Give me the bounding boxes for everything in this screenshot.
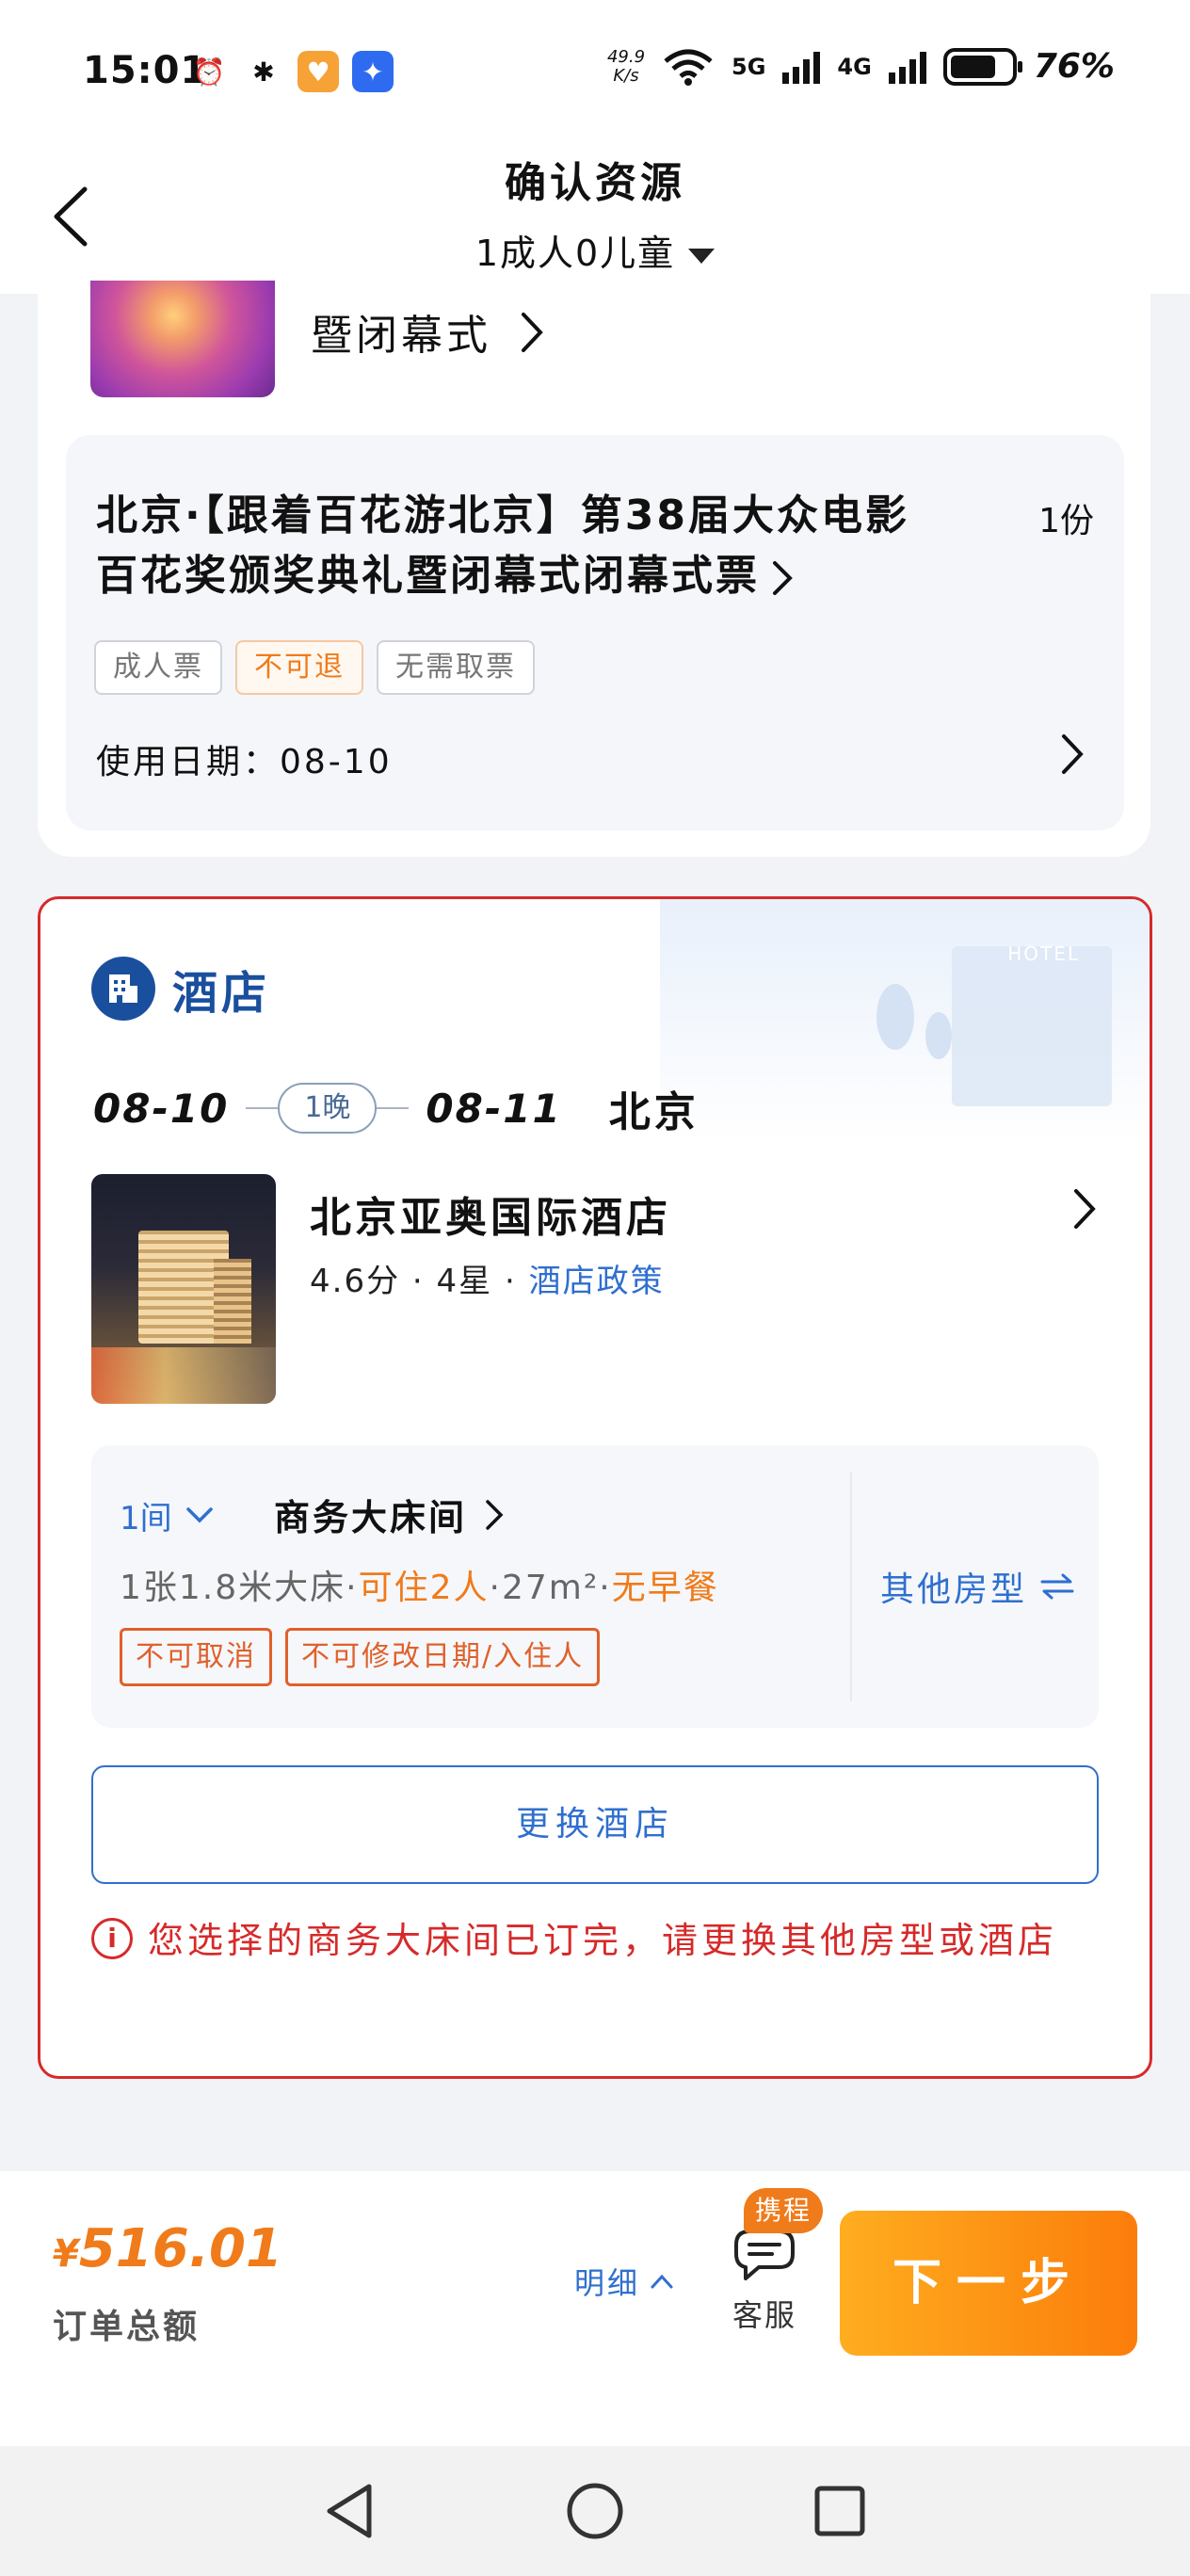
swap-icon <box>1040 1573 1074 1600</box>
hotel-city: 北京 <box>608 1088 700 1136</box>
chevron-right-icon <box>773 561 793 595</box>
signal-bars-icon <box>782 50 821 84</box>
hotel-section-header: 酒店 <box>91 956 270 1022</box>
battery-percent: 76% <box>1033 47 1115 86</box>
room-type-link[interactable]: 商务大床间 <box>274 1489 505 1540</box>
system-navigation-bar <box>0 2446 1190 2576</box>
chevron-up-icon <box>651 2274 673 2289</box>
sold-out-warning: i 您选择的商务大床间已订完，请更换其他房型或酒店 <box>91 1912 1108 1969</box>
tag-no-pickup: 无需取票 <box>377 640 535 695</box>
room-area: 27m² <box>501 1569 600 1607</box>
ticket-quantity: 1份 <box>1038 502 1094 540</box>
customer-service-label: 客服 <box>732 2297 796 2333</box>
traveler-count: 1成人0儿童 <box>474 233 676 274</box>
health-app-icon: ♥ <box>298 51 339 92</box>
battery-icon <box>942 47 1022 86</box>
room-count-selector[interactable]: 1间 <box>120 1492 214 1538</box>
chevron-right-icon <box>486 1499 504 1530</box>
status-icons-left: ⏰ ✱ ♥ ✦ <box>188 51 394 92</box>
ticket-item[interactable]: 北京·【跟着百花游北京】第38届大众电影百花奖颁奖典礼暨闭幕式闭幕式票 1份 成… <box>66 435 1124 830</box>
chevron-right-icon[interactable] <box>1058 733 1086 776</box>
chevron-right-icon <box>522 313 543 352</box>
ticket-tags: 成人票 不可退 无需取票 <box>94 640 535 695</box>
tree-decoration <box>876 984 914 1050</box>
status-icons-right: 49.9 K/s 5G 4G 76% <box>607 47 1115 86</box>
room-tags: 不可取消 不可修改日期/入住人 <box>120 1628 601 1686</box>
building-decoration <box>952 946 1112 1106</box>
info-icon: i <box>91 1918 133 1959</box>
currency-symbol: ¥ <box>53 2232 79 2276</box>
hotel-deco-label: HOTEL <box>1007 942 1080 965</box>
room-breakfast: 无早餐 <box>611 1569 719 1607</box>
hotel-name[interactable]: 北京亚奥国际酒店 <box>310 1183 671 1244</box>
tag-no-modify: 不可修改日期/入住人 <box>285 1628 601 1686</box>
next-step-button[interactable]: 下一步 <box>840 2211 1137 2356</box>
square-recents-icon <box>814 2486 865 2536</box>
wifi-icon <box>664 49 713 86</box>
divider <box>850 1472 852 1701</box>
hotel-photo[interactable] <box>91 1174 276 1404</box>
bluetooth-icon: ✱ <box>252 56 275 88</box>
room-selection: 1间 商务大床间 1张1.8米大床·可住2人·27m²·无早餐 不可取消 不可修… <box>91 1445 1099 1728</box>
change-hotel-button[interactable]: 更换酒店 <box>91 1765 1099 1884</box>
net-speed: 49.9 K/s <box>606 46 646 86</box>
date-connector <box>246 1107 279 1109</box>
nav-home-button[interactable] <box>562 2478 628 2544</box>
caret-down-icon <box>688 248 716 264</box>
event-title-cutoff[interactable]: 暨闭幕式 <box>311 301 491 362</box>
nights-pill: 1晚 <box>278 1083 378 1134</box>
hotel-building-icon <box>91 957 155 1021</box>
customer-service-button[interactable]: 客服 <box>725 2216 804 2335</box>
room-info: 1张1.8米大床·可住2人·27m²·无早餐 <box>120 1569 719 1607</box>
stay-dates: 08-10 1晚 08-11 北京 <box>93 1078 700 1138</box>
check-out-date: 08-11 <box>426 1085 562 1132</box>
circle-home-icon <box>567 2483 623 2539</box>
hotel-meta: 4.6分 · 4星 · 酒店政策 <box>310 1263 665 1300</box>
alarm-icon: ⏰ <box>192 56 226 88</box>
app-store-icon: ✦ <box>352 51 394 92</box>
nav-back-button[interactable] <box>317 2478 383 2544</box>
use-date: 使用日期：08-10 <box>96 743 393 781</box>
nav-recents-button[interactable] <box>807 2478 873 2544</box>
hotel-policy-link[interactable]: 酒店政策 <box>529 1263 665 1300</box>
page-header: 确认资源 1成人0儿童 <box>0 141 1190 294</box>
hotel-decoration-image: HOTEL <box>660 899 1150 1144</box>
hotel-section-title: 酒店 <box>172 967 271 1020</box>
room-capacity: 可住2人 <box>358 1569 490 1607</box>
hotel-card: HOTEL 酒店 08-10 1晚 08-11 北京 北京亚奥国际酒店 4.6分… <box>38 896 1152 2079</box>
room-bed: 1张1.8米大床 <box>120 1569 346 1607</box>
order-total-price: ¥516.01 <box>53 2218 282 2279</box>
bottom-action-bar: ¥516.01 订单总额 明细 客服 携程 下一步 <box>0 2171 1190 2446</box>
event-thumbnail <box>90 281 275 397</box>
event-ticket-card: 暨闭幕式 北京·【跟着百花游北京】第38届大众电影百花奖颁奖典礼暨闭幕式闭幕式票… <box>38 273 1150 857</box>
check-in-date: 08-10 <box>93 1085 230 1132</box>
traveler-selector[interactable]: 1成人0儿童 <box>0 224 1190 276</box>
order-total-label: 订单总额 <box>53 2308 201 2346</box>
hotel-stars: 4星 <box>436 1263 493 1300</box>
signal-5g-label: 5G <box>732 53 766 80</box>
page-title: 确认资源 <box>505 159 685 207</box>
date-connector <box>377 1107 410 1109</box>
status-bar: 15:01 ⏰ ✱ ♥ ✦ 49.9 K/s 5G 4G 76% <box>0 0 1190 141</box>
other-room-types-button[interactable]: 其他房型 <box>880 1562 1074 1611</box>
warning-text: 您选择的商务大床间已订完，请更换其他房型或酒店 <box>148 1920 1058 1961</box>
tag-non-cancellable: 不可取消 <box>120 1628 272 1686</box>
tree-decoration <box>925 1012 952 1059</box>
signal-bars-icon-2 <box>888 50 926 84</box>
tag-non-refundable: 不可退 <box>235 640 363 695</box>
chevron-right-icon[interactable] <box>1070 1187 1099 1231</box>
triangle-back-icon <box>327 2484 372 2538</box>
ticket-title[interactable]: 北京·【跟着百花游北京】第38届大众电影百花奖颁奖典礼暨闭幕式闭幕式票 <box>96 486 943 606</box>
price-detail-button[interactable]: 明细 <box>574 2260 674 2303</box>
chevron-down-icon <box>185 1506 213 1522</box>
ctrip-badge: 携程 <box>744 2188 824 2233</box>
hotel-score: 4.6分 <box>310 1263 401 1300</box>
signal-4g-label: 4G <box>837 53 872 80</box>
tag-adult: 成人票 <box>94 640 222 695</box>
